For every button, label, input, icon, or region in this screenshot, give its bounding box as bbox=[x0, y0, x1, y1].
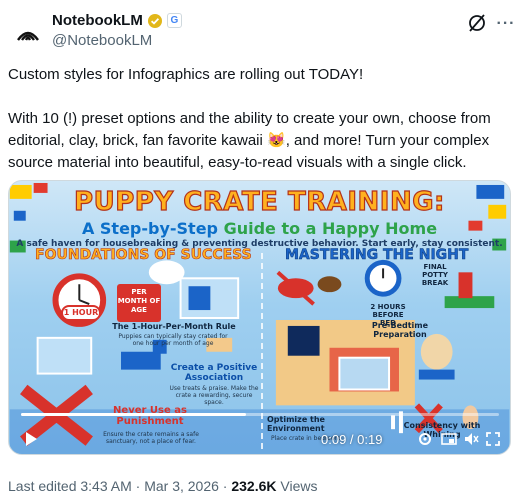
tweet-text: Custom styles for Infographics are rolli… bbox=[8, 64, 520, 196]
display-name[interactable]: NotebookLM bbox=[52, 12, 143, 29]
video-scrubber[interactable] bbox=[21, 413, 499, 416]
never-title: Never Use as Punishment bbox=[113, 405, 187, 427]
more-options-icon[interactable]: ··· bbox=[494, 12, 518, 36]
infographic-title: PUPPY CRATE TRAINING: bbox=[73, 186, 445, 217]
rule-title: The 1-Hour-Per-Month Rule bbox=[112, 322, 236, 331]
fullscreen-icon[interactable] bbox=[485, 431, 501, 447]
rule-text: Puppies can typically stay crated for on… bbox=[118, 333, 228, 347]
views-count: 232.6K bbox=[231, 478, 277, 494]
grok-icon[interactable] bbox=[466, 12, 488, 34]
subtitle-part-b: Guide to a Happy Home bbox=[223, 219, 438, 238]
video-player[interactable]: PUPPY CRATE TRAINING: A Step-by-Step Gui… bbox=[8, 180, 511, 455]
picture-in-picture-icon[interactable] bbox=[441, 431, 457, 447]
final-potty-label: FINAL POTTY BREAK bbox=[421, 263, 449, 287]
notebooklm-logo-icon bbox=[17, 31, 39, 41]
video-progress bbox=[21, 413, 246, 416]
handle[interactable]: @NotebookLM bbox=[52, 32, 152, 49]
video-time: 0:09 / 0:19 bbox=[321, 432, 383, 447]
affiliate-badge-icon: G bbox=[166, 13, 182, 28]
positive-text: Use treats & praise. Make the crate a re… bbox=[169, 385, 259, 406]
verified-badge-icon bbox=[147, 13, 162, 28]
section-mastering-night: MASTERING THE NIGHT bbox=[285, 247, 469, 264]
cat-heart-eyes-emoji: 😻 bbox=[267, 132, 286, 149]
tweet-paragraph-2: With 10 (!) preset options and the abili… bbox=[8, 108, 520, 174]
post-meta: Last edited 3:43 AM · Mar 3, 2026 · 232.… bbox=[8, 478, 317, 494]
section-divider bbox=[261, 253, 263, 449]
name-row: NotebookLM G bbox=[52, 12, 182, 29]
prebed-label: Pre-Bedtime Preparation bbox=[371, 321, 429, 339]
tweet-post: NotebookLM G @NotebookLM ··· Custom styl… bbox=[0, 0, 530, 500]
play-icon[interactable] bbox=[23, 431, 39, 447]
one-hour-badge: 1 HOUR bbox=[61, 305, 101, 321]
never-text: Ensure the crate remains a safe sanctuar… bbox=[103, 431, 199, 445]
views-label: Views bbox=[276, 478, 318, 494]
positive-title: Create a Positive Association bbox=[170, 363, 258, 383]
per-month-sign: PER MONTH OF AGE bbox=[117, 284, 161, 322]
optimize-title: Optimize the Environment bbox=[267, 415, 325, 433]
section-foundations: FOUNDATIONS OF SUCCESS bbox=[35, 247, 252, 264]
tweet-line-1: Custom styles for Infographics are rolli… bbox=[8, 66, 364, 83]
subtitle-part-a: A Step-by-Step bbox=[81, 219, 224, 238]
settings-gear-icon[interactable] bbox=[417, 431, 433, 447]
edited-timestamp[interactable]: Last edited 3:43 AM · Mar 3, 2026 · bbox=[8, 478, 231, 494]
avatar[interactable] bbox=[8, 14, 48, 54]
infographic-subtitle: A Step-by-Step Guide to a Happy Home bbox=[9, 219, 510, 238]
mute-volume-icon[interactable] bbox=[463, 431, 479, 447]
